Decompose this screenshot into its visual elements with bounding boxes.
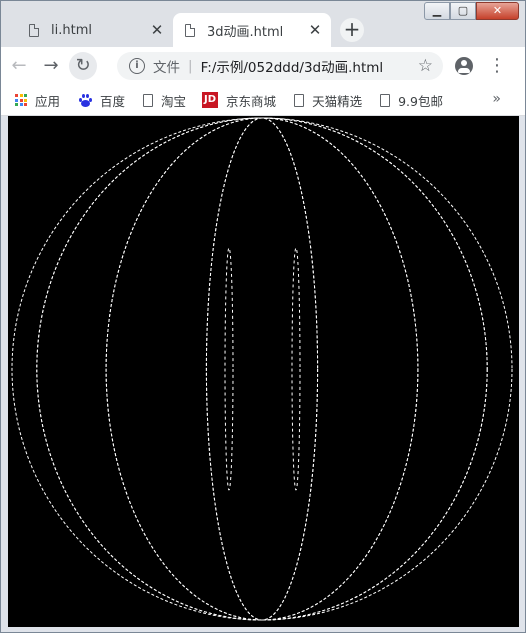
profile-avatar-icon[interactable] bbox=[455, 57, 473, 75]
scheme-label: 文件 bbox=[153, 60, 180, 76]
forward-button[interactable]: → bbox=[37, 52, 65, 80]
reload-button[interactable]: ↻ bbox=[69, 52, 97, 80]
bookmark-label: 应用 bbox=[35, 93, 61, 109]
meridian-ellipse bbox=[36, 117, 488, 621]
new-tab-button[interactable]: + bbox=[340, 18, 364, 42]
bookmark-tmall[interactable]: 天猫精选 bbox=[294, 91, 362, 110]
bookmark-label: 天猫精选 bbox=[312, 93, 363, 109]
window-controls: ▁ ▢ ✕ bbox=[424, 2, 519, 20]
jd-icon: JD bbox=[202, 92, 219, 108]
separator: | bbox=[188, 58, 193, 74]
minimize-button[interactable]: ▁ bbox=[424, 2, 450, 20]
meridian-ellipse bbox=[105, 117, 419, 621]
rotating-globe-wireframe bbox=[11, 117, 513, 621]
meridian-ellipse bbox=[11, 117, 513, 621]
url-text[interactable]: F:/示例/052ddd/3d动画.html bbox=[201, 56, 384, 76]
page-content bbox=[8, 116, 519, 627]
browser-toolbar: ← → ↻ i 文件 | F:/示例/052ddd/3d动画.html ☆ ⋮ bbox=[1, 47, 525, 85]
bookmark-apps[interactable]: 应用 bbox=[15, 91, 60, 110]
tab-title: 3d动画.html bbox=[207, 24, 284, 40]
meridian-ellipse bbox=[205, 117, 319, 621]
baidu-icon bbox=[78, 93, 93, 107]
page-icon bbox=[143, 93, 154, 107]
page-icon bbox=[380, 93, 391, 107]
tab-title: li.html bbox=[51, 22, 92, 38]
bookmark-label: 淘宝 bbox=[161, 93, 187, 109]
tab-strip: li.html ✕ 3d动画.html ✕ + ▁ ▢ ✕ bbox=[1, 1, 525, 47]
menu-icon[interactable]: ⋮ bbox=[488, 53, 506, 79]
close-window-button[interactable]: ✕ bbox=[476, 2, 519, 20]
bookmark-jd[interactable]: JD 京东商城 bbox=[202, 91, 276, 110]
bookmark-9-9[interactable]: 9.9包邮 bbox=[380, 91, 443, 110]
meridian-ellipse bbox=[36, 117, 488, 621]
bookmark-taobao[interactable]: 淘宝 bbox=[143, 91, 186, 110]
page-icon bbox=[294, 93, 305, 107]
browser-window: li.html ✕ 3d动画.html ✕ + ▁ ▢ ✕ ← → ↻ i 文件… bbox=[0, 0, 526, 633]
meridian-ellipse bbox=[105, 117, 419, 621]
bookmark-baidu[interactable]: 百度 bbox=[78, 91, 125, 110]
bookmark-label: 百度 bbox=[100, 93, 126, 109]
star-icon[interactable]: ☆ bbox=[418, 56, 433, 76]
tab-close-icon[interactable]: ✕ bbox=[307, 22, 323, 38]
info-icon[interactable]: i bbox=[129, 58, 145, 74]
tab-li-html[interactable]: li.html ✕ bbox=[17, 13, 173, 47]
back-button[interactable]: ← bbox=[5, 52, 33, 80]
bookmarks-bar: 应用 百度 淘宝 JD 京东商城 天猫精选 9.9包邮 » bbox=[1, 85, 525, 116]
bookmark-label: 京东商城 bbox=[226, 93, 277, 109]
page-icon bbox=[185, 23, 195, 37]
meridian-ellipse bbox=[205, 117, 319, 621]
maximize-button[interactable]: ▢ bbox=[450, 2, 476, 20]
bookmark-label: 9.9包邮 bbox=[398, 93, 443, 109]
meridian-ellipse bbox=[291, 247, 301, 491]
tab-3d-animation[interactable]: 3d动画.html ✕ bbox=[173, 13, 331, 47]
address-bar[interactable]: i 文件 | F:/示例/052ddd/3d动画.html ☆ bbox=[117, 52, 443, 80]
meridian-ellipse bbox=[224, 247, 234, 491]
apps-icon bbox=[15, 94, 27, 106]
tab-close-icon[interactable]: ✕ bbox=[149, 22, 165, 38]
more-bookmarks-icon[interactable]: » bbox=[492, 91, 501, 107]
page-icon bbox=[29, 23, 39, 37]
